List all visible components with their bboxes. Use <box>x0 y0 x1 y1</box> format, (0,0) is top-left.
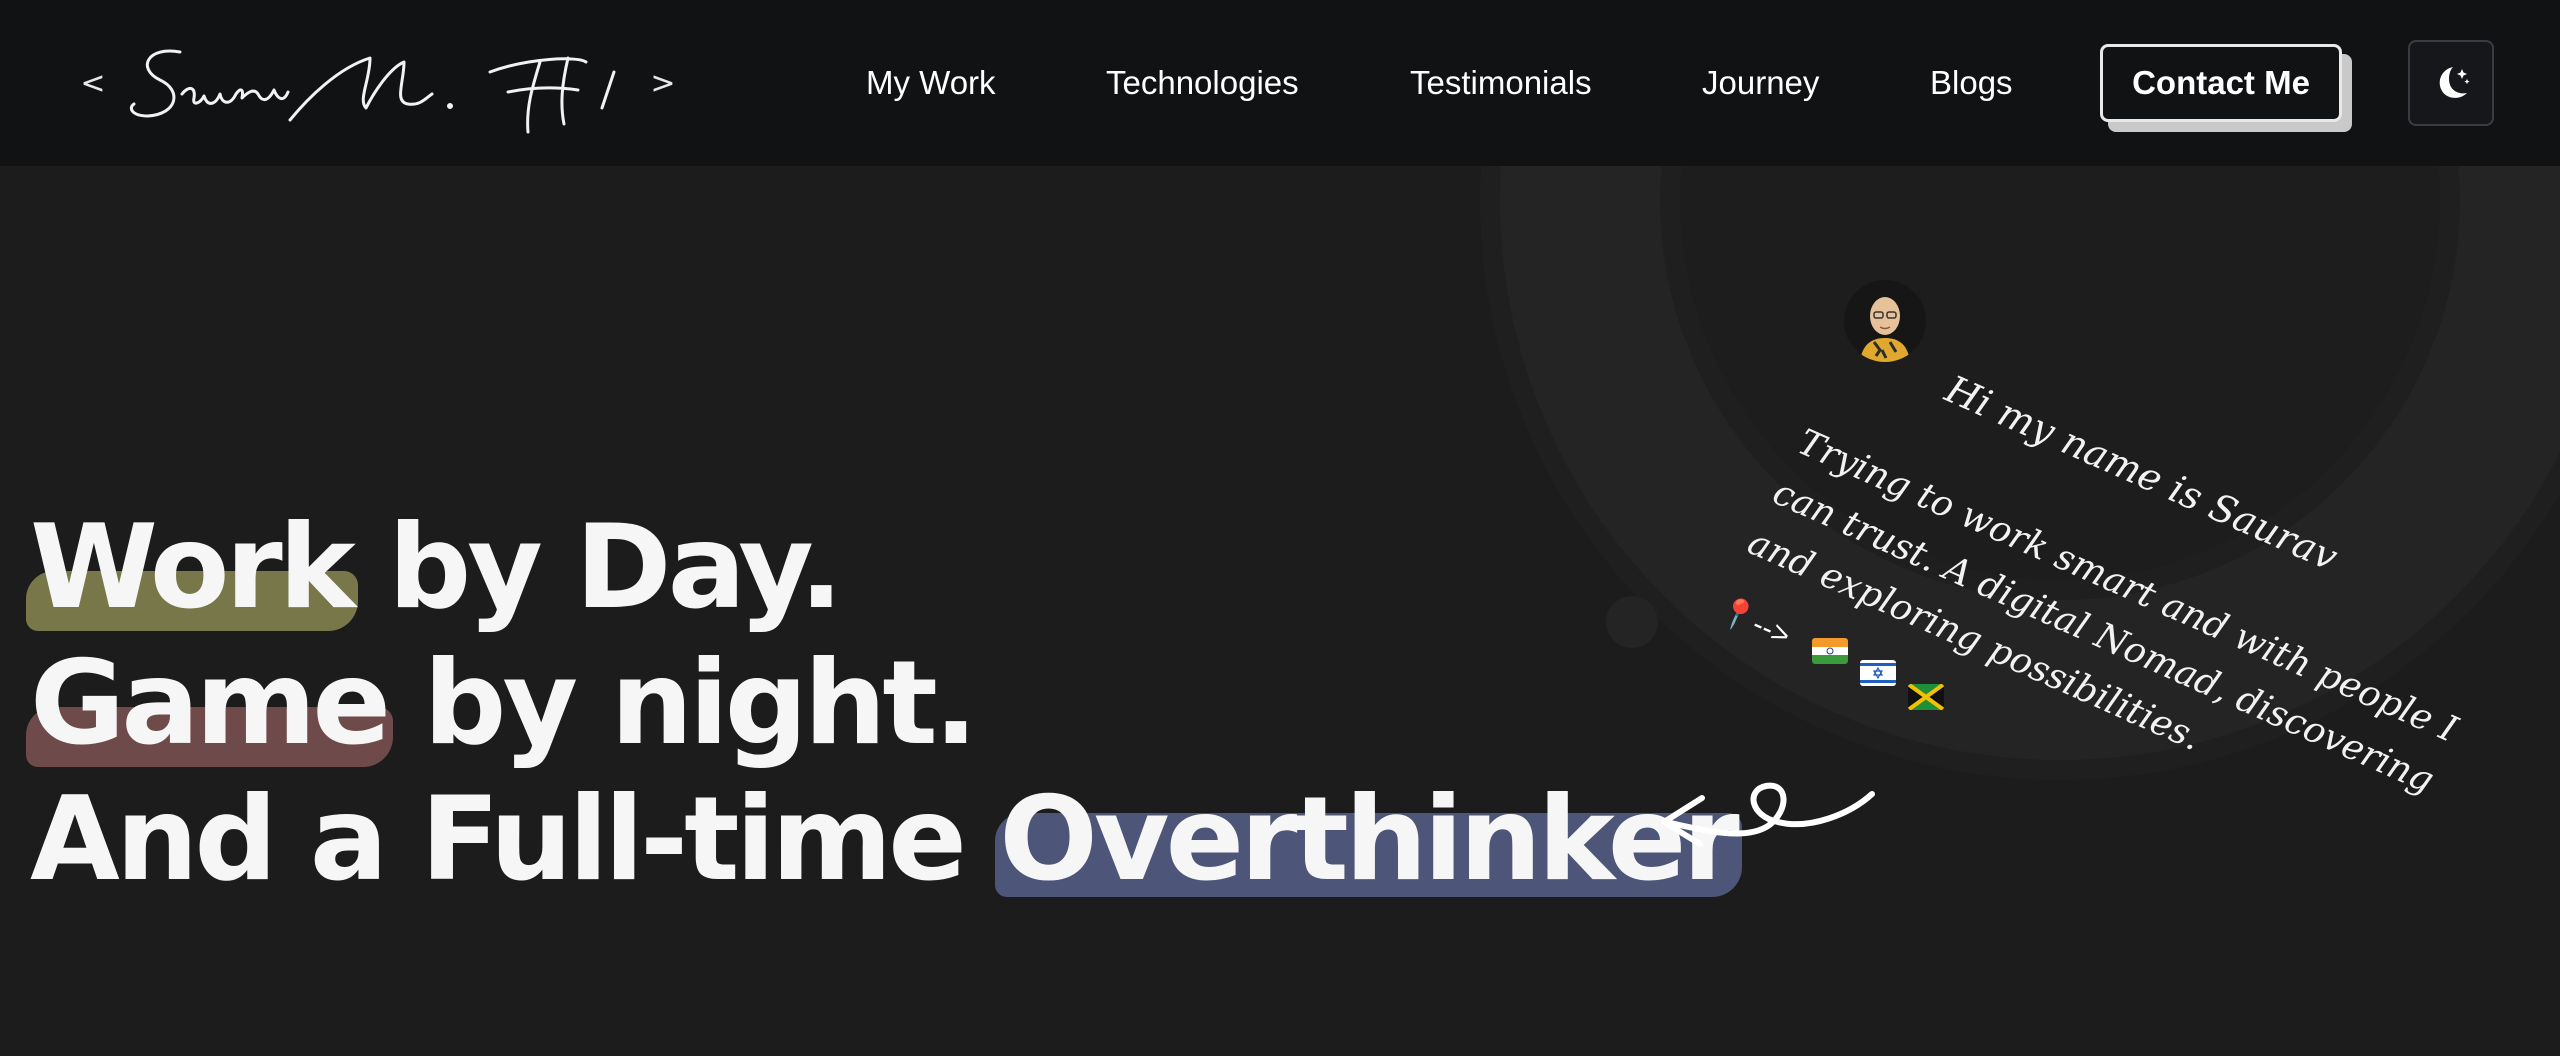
avatar-illustration <box>1844 280 1926 362</box>
israel-flag-icon <box>1860 660 1896 686</box>
logo-link[interactable]: < > Saurav M. H / <box>78 28 698 138</box>
nav-journey[interactable]: Journey <box>1702 55 1819 111</box>
india-flag-icon <box>1812 638 1848 664</box>
moon-stars-icon <box>2439 67 2470 98</box>
contact-me-button[interactable]: Contact Me <box>2100 44 2342 122</box>
theme-toggle-button[interactable] <box>2408 40 2494 126</box>
headline-line-1-rest: by Day. <box>351 500 843 635</box>
headline-word-work: Work <box>30 500 356 635</box>
nav-technologies[interactable]: Technologies <box>1106 55 1299 111</box>
headline-line-1: Work by Day. <box>26 500 1736 636</box>
headline-line-3-rest: And a Full-time <box>30 772 1000 907</box>
highlight-game: Game <box>25 636 394 772</box>
curly-arrow-icon <box>1661 782 1875 847</box>
nav-testimonials[interactable]: Testimonials <box>1410 55 1592 111</box>
location-marker: 📍--> <box>1713 592 1796 654</box>
site-header: < > Saurav M. H / My Work Technologies T… <box>0 0 2560 166</box>
intro-blurb: Hi my name is Saurav Trying to work smar… <box>1700 270 2500 801</box>
logo-right-bracket: > <box>650 65 676 101</box>
headline-word-overthinker: Overthinker <box>999 772 1739 907</box>
hero-headline: Work by Day. Game by night. And a Full-t… <box>25 500 1743 908</box>
nav-blogs[interactable]: Blogs <box>1930 55 2013 111</box>
signature-logo <box>129 49 616 134</box>
bio-line-2: can trust. A digital Nomad, discovering <box>1766 471 2440 802</box>
nav-my-work[interactable]: My Work <box>866 55 996 111</box>
avatar <box>1844 280 1926 362</box>
headline-word-game: Game <box>30 636 391 771</box>
contact-button-wrapper: Contact Me <box>2100 44 2352 132</box>
highlight-work: Work <box>26 500 358 636</box>
logo-left-bracket: < <box>80 65 106 101</box>
jamaica-flag-icon <box>1908 684 1944 710</box>
highlight-overthinker: Overthinker <box>995 772 1743 908</box>
headline-line-3: And a Full-time Overthinker <box>30 772 1743 908</box>
headline-line-2-rest: by night. <box>387 636 978 771</box>
headline-line-2: Game by night. <box>25 636 1736 772</box>
page: < > Saurav M. H / My Work Technologies T… <box>0 0 2560 1056</box>
